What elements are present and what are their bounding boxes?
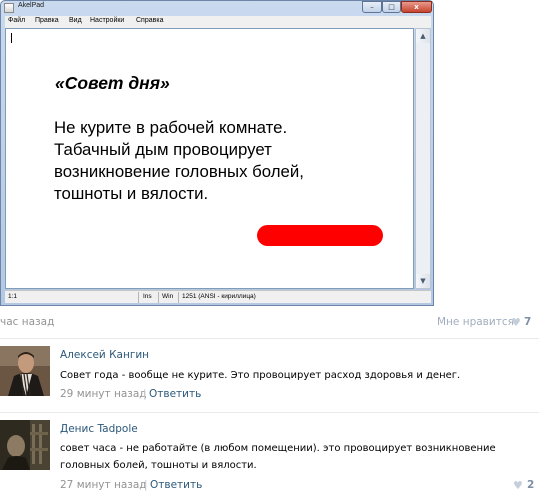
- text-editor-area: «Совет дня» Не курите в рабочей комнате.…: [5, 28, 414, 289]
- menu-help: Справка: [136, 17, 164, 24]
- close-button: x: [401, 1, 432, 13]
- comment-timestamp[interactable]: 27 минут назад: [60, 479, 147, 491]
- scroll-down-icon: ▼: [416, 274, 430, 288]
- minimize-button: –: [362, 1, 382, 13]
- avatar[interactable]: [0, 420, 50, 470]
- comment-like-count[interactable]: 2: [527, 479, 534, 491]
- tip-line: тошноты и вялости.: [54, 184, 209, 203]
- comment-text: Совет года - вообще не курите. Это прово…: [60, 370, 461, 381]
- meta-separator: |: [143, 388, 147, 400]
- heart-icon[interactable]: ♥: [511, 316, 521, 329]
- menu-view: Вид: [69, 17, 82, 24]
- status-divider: [138, 292, 139, 303]
- tip-line: Табачный дым провоцирует: [54, 140, 272, 159]
- menu-settings: Настройки: [90, 17, 125, 24]
- meta-separator: |: [144, 479, 148, 491]
- heart-icon[interactable]: ♥: [513, 479, 523, 492]
- post-timestamp[interactable]: час назад: [0, 316, 54, 328]
- tip-heading: «Совет дня»: [55, 73, 170, 93]
- comment-text: совет часа - не работайте (в любом помещ…: [60, 443, 496, 471]
- comment-author-link[interactable]: Денис Tadpole: [60, 423, 138, 435]
- menu-bar: Файл Правка Вид Настройки Справка: [5, 16, 431, 28]
- akelpad-app-icon: [4, 3, 14, 13]
- window-title: AkelPad: [18, 2, 45, 9]
- status-cursor-position: 1:1: [8, 293, 18, 300]
- window-titlebar: AkelPad – □ x: [1, 1, 433, 15]
- status-newline: Win: [162, 293, 174, 300]
- status-bar: 1:1 Ins Win 1251 (ANSI - кириллица): [5, 290, 431, 303]
- maximize-button: □: [382, 1, 401, 13]
- vertical-scrollbar: ▲ ▼: [415, 28, 431, 289]
- like-button[interactable]: Мне нравится: [437, 316, 514, 328]
- status-encoding: 1251 (ANSI - кириллица): [182, 293, 256, 300]
- comment-author-link[interactable]: Алексей Кангин: [60, 349, 149, 361]
- like-count[interactable]: 7: [524, 316, 531, 328]
- comment-divider: [0, 338, 539, 339]
- reply-link[interactable]: Ответить: [149, 388, 201, 400]
- tip-line: Не курите в рабочей комнате.: [54, 118, 288, 137]
- text-caret: [11, 33, 12, 43]
- menu-edit: Правка: [35, 17, 59, 24]
- tip-line: возникновение головных болей,: [54, 162, 304, 181]
- scroll-up-icon: ▲: [416, 29, 430, 43]
- comment-timestamp[interactable]: 29 минут назад: [60, 388, 147, 400]
- status-divider: [178, 292, 179, 303]
- reply-link[interactable]: Ответить: [150, 479, 202, 491]
- menu-file: Файл: [8, 17, 26, 24]
- avatar[interactable]: [0, 346, 50, 396]
- status-insert-mode: Ins: [143, 293, 152, 300]
- akelpad-screenshot: AkelPad – □ x Файл Правка Вид Настройки …: [0, 0, 434, 306]
- red-redaction-mark: [257, 225, 383, 246]
- status-divider: [158, 292, 159, 303]
- comment-divider: [0, 412, 539, 413]
